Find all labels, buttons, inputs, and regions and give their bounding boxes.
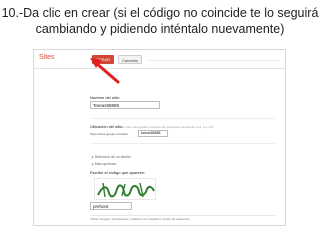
- cancel-button[interactable]: Cancelar: [118, 55, 142, 64]
- site-location-label: Ubicación del sitio: [90, 124, 123, 129]
- top-toolbar: Sites CREAR Cancelar: [34, 50, 285, 69]
- captcha-text-graphic: [97, 182, 155, 198]
- sites-logo: Sites: [39, 54, 55, 61]
- site-location-input[interactable]: tareas58888: [138, 130, 168, 137]
- slide-title: 10.-Da clic en crear (si el código no co…: [1, 6, 319, 36]
- footer-divider: [90, 215, 275, 216]
- more-options-toggle[interactable]: ▸ Más opciones: [92, 162, 116, 166]
- divider: [90, 143, 275, 144]
- screenshot-panel: Sites CREAR Cancelar Nombre del sitio: T…: [33, 49, 286, 226]
- toolbar-divider: [149, 60, 279, 61]
- footer-links: ©2012 Google | Condiciones | Notificar u…: [90, 217, 190, 221]
- captcha-input[interactable]: prehont: [90, 202, 132, 210]
- create-button[interactable]: CREAR: [92, 55, 114, 64]
- site-location-hint: - las URL solo pueden contener los sigui…: [119, 125, 214, 129]
- theme-select-toggle[interactable]: ▸ Selección de un diseño: [92, 155, 131, 159]
- captcha-label: Escribe el código que aparece:: [90, 170, 145, 175]
- captcha-image: [94, 178, 156, 200]
- site-name-input[interactable]: Tareas58888: [90, 101, 160, 109]
- site-url-prefix: https://sites.google.com/site/: [90, 132, 128, 136]
- site-name-label: Nombre del sitio:: [90, 95, 121, 100]
- divider: [90, 118, 275, 119]
